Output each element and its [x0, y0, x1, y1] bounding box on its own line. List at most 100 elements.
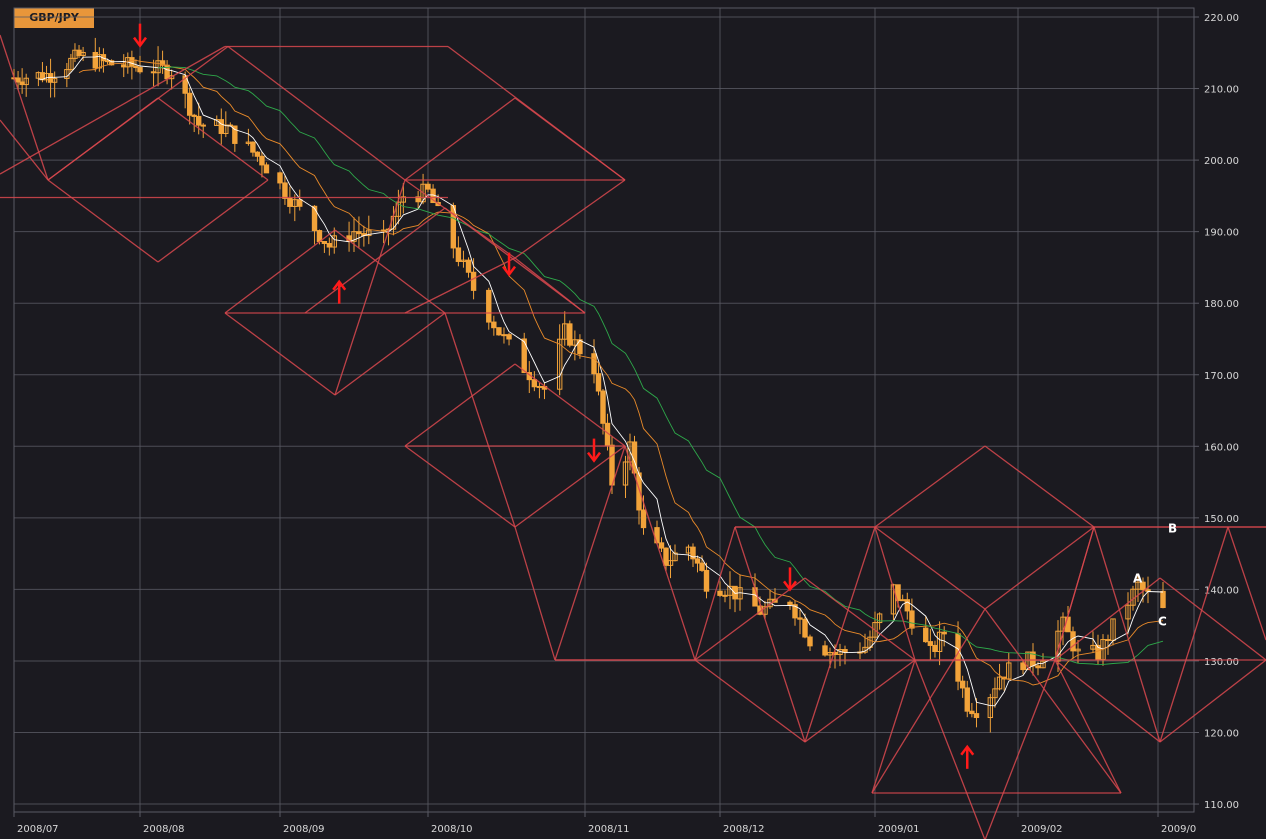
y-tick-label: 190.00 [1204, 228, 1239, 239]
x-tick-label: 2009/02 [1021, 824, 1063, 835]
y-tick-label: 170.00 [1204, 371, 1239, 382]
candle-body [941, 631, 947, 635]
candle-body [191, 114, 197, 117]
geometry-line [984, 526, 1095, 610]
candle-body [129, 57, 135, 67]
geometry-line [1093, 526, 1161, 743]
candle-body [470, 271, 477, 291]
candle-body [200, 124, 206, 127]
x-tick-label: 2008/09 [283, 824, 325, 835]
geometry-line [444, 312, 516, 528]
candle-body [465, 259, 472, 273]
grid: 220.00 210.00 200.00 190.00 180.00 170.00 160.… [13, 8, 1239, 835]
geometry-line [1227, 526, 1266, 641]
candle-body [218, 119, 224, 134]
x-tick-label: 2009/0 [1161, 824, 1196, 835]
candle-body [501, 334, 507, 337]
candle-body [973, 713, 980, 719]
candle-body [964, 687, 970, 712]
geometry-line [404, 363, 516, 447]
candle-body [486, 289, 492, 323]
x-tick-label: 2008/07 [17, 824, 59, 835]
geometry-line [804, 659, 916, 743]
candle-body [277, 172, 283, 184]
geometry-line [404, 97, 516, 181]
y-tick-label: 220.00 [1204, 13, 1239, 24]
candle-body [969, 710, 975, 715]
annotation-label-a: A [1133, 572, 1143, 586]
candle-body [1035, 665, 1041, 669]
y-tick-label: 150.00 [1204, 514, 1239, 525]
candle-body [150, 71, 157, 74]
geometry-line [404, 445, 516, 528]
candle-body [807, 636, 813, 647]
candle-body [491, 321, 497, 329]
x-tick-label: 2008/12 [723, 824, 765, 835]
y-tick-label: 120.00 [1204, 729, 1239, 740]
geometry-line [47, 97, 159, 181]
geometry-line [694, 526, 736, 661]
x-tick-label: 2008/11 [588, 824, 630, 835]
ma-mid-line [78, 59, 1164, 686]
candle-body [1070, 631, 1076, 652]
candle-body [531, 379, 538, 388]
geometry-line [404, 179, 516, 259]
candle-body [1105, 639, 1111, 642]
candle-body [802, 618, 808, 638]
x-tick-label: 2008/10 [431, 824, 473, 835]
candle-body [694, 558, 701, 564]
annotation-label-c: C [1158, 615, 1167, 629]
candle-body [732, 585, 738, 600]
geometry-line [1054, 659, 1122, 794]
candle-body [787, 601, 793, 606]
candle-body [297, 199, 303, 207]
candle-body [254, 151, 261, 157]
candle-body [591, 353, 597, 375]
y-tick-label: 180.00 [1204, 299, 1239, 310]
candle-body [506, 334, 512, 340]
candle-body [1020, 662, 1026, 671]
geometry-line [514, 179, 626, 259]
geometry-line [334, 179, 406, 396]
candle-body [955, 633, 961, 682]
candle-body [822, 645, 828, 656]
candle-body [287, 197, 293, 207]
geometry-line [157, 179, 269, 263]
geometry-line [984, 608, 1122, 794]
candle-body [717, 590, 723, 596]
y-tick-label: 130.00 [1204, 657, 1239, 668]
geometry-line [514, 526, 556, 661]
candle-body [899, 599, 906, 602]
candle-body [259, 155, 265, 166]
geometry-line [47, 179, 159, 263]
geometry-line [984, 445, 1095, 528]
candle-body [137, 67, 143, 73]
geometry-line [514, 257, 586, 314]
candle-body [658, 542, 665, 549]
candle-body [600, 390, 606, 424]
geometry-line [514, 445, 626, 528]
geometry-line [874, 526, 916, 661]
candle-body [250, 141, 256, 153]
candle-body [699, 562, 705, 571]
geometry-line [1054, 659, 1161, 743]
geometry-line [404, 257, 516, 314]
price-chart: 220.00 210.00 200.00 190.00 180.00 170.00 160.… [0, 7, 1266, 839]
candle-body [186, 92, 193, 116]
candle-body [595, 373, 602, 392]
geometry-line [734, 526, 806, 743]
candle-body [263, 164, 270, 174]
candle-body [1160, 590, 1166, 609]
geometry-line [694, 577, 806, 661]
candle-body [904, 599, 910, 612]
geometry-line [694, 659, 806, 743]
candle-body [663, 547, 669, 566]
candle-body [196, 115, 202, 126]
geometry-line [0, 34, 49, 181]
candle-body [496, 327, 502, 336]
annotation-label-b: B [1168, 522, 1177, 536]
y-tick-label: 200.00 [1204, 156, 1239, 167]
candle-body [797, 617, 803, 620]
y-tick-label: 210.00 [1204, 85, 1239, 96]
candle-body [321, 240, 328, 245]
